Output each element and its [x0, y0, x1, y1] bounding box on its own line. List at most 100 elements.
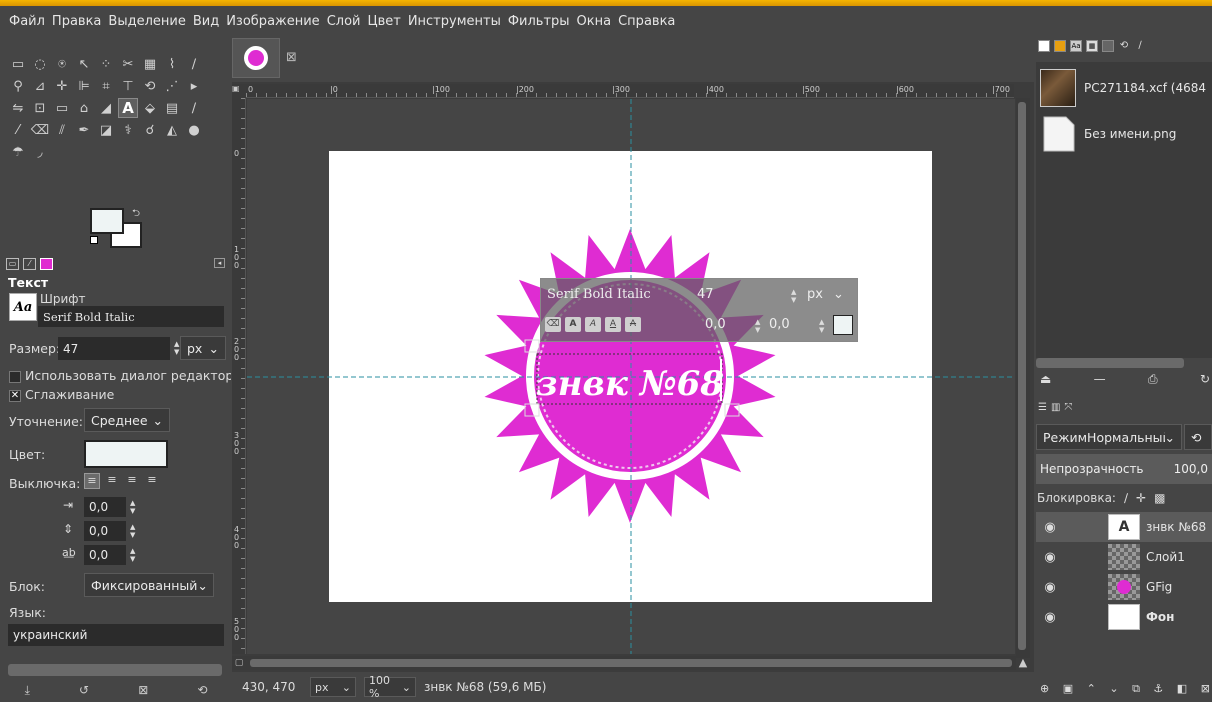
horizontal-scrollbar[interactable]: [246, 656, 1016, 670]
navigate-icon[interactable]: ▲: [1016, 656, 1030, 670]
paintbrush-tab-icon[interactable]: ∕: [1134, 40, 1146, 52]
heal-icon[interactable]: ⚕: [118, 120, 138, 140]
dodge-burn-icon[interactable]: ◭: [162, 120, 182, 140]
menu-colors[interactable]: Цвет: [367, 14, 400, 29]
size-spin-icon[interactable]: ▲ ▼: [174, 340, 179, 356]
image-tab[interactable]: [232, 38, 280, 78]
delete-options-icon[interactable]: ⊠: [138, 683, 148, 697]
antialias-checkbox[interactable]: ✕: [9, 389, 21, 402]
menu-tools[interactable]: Инструменты: [408, 14, 501, 29]
antialias-option[interactable]: ✕ Сглаживание: [9, 387, 114, 402]
raise-layer-icon[interactable]: ⌃: [1087, 682, 1096, 696]
mode-reset-button[interactable]: ⟲: [1184, 424, 1212, 450]
justify-left-icon[interactable]: ≡: [84, 473, 100, 489]
menu-windows[interactable]: Окна: [577, 14, 612, 29]
unit-select[interactable]: px ⌄: [310, 677, 356, 697]
font-field[interactable]: Serif Bold Italic: [38, 306, 224, 327]
handle-transform-icon[interactable]: ⌂: [74, 98, 94, 118]
strikethrough-icon[interactable]: A: [625, 317, 641, 332]
lock-alpha-icon[interactable]: ▩: [1154, 491, 1165, 505]
justify-center-icon[interactable]: ≡: [124, 473, 140, 489]
layer-row[interactable]: ◉ A знвк №68: [1036, 512, 1212, 542]
foreground-color[interactable]: [90, 208, 124, 234]
close-tab-icon[interactable]: ⊠: [286, 50, 297, 65]
save-options-icon[interactable]: ⤓: [25, 683, 30, 698]
move-icon[interactable]: ✛: [52, 76, 72, 96]
channels-tab-icon[interactable]: ▥: [1051, 402, 1060, 413]
canvas-viewport[interactable]: знвк №68: [247, 99, 1015, 654]
overlay-kerning-field[interactable]: 0,0: [769, 317, 790, 332]
foreground-select-icon[interactable]: ▦: [140, 54, 160, 74]
perspective-icon[interactable]: ▸: [184, 76, 204, 96]
overlay-kerning-spin-icon[interactable]: ▲ ▼: [819, 318, 824, 334]
blur-icon[interactable]: ●: [184, 120, 204, 140]
list-item[interactable]: Без имени.png: [1040, 112, 1212, 156]
fuzzy-select-icon[interactable]: ↖: [74, 54, 94, 74]
measure-icon[interactable]: ⊿: [30, 76, 50, 96]
paths-icon[interactable]: ⌇: [162, 54, 182, 74]
size-input[interactable]: 47: [58, 337, 170, 360]
menu-help[interactable]: Справка: [618, 14, 675, 29]
overlay-font-field[interactable]: Serif Bold Italic: [547, 287, 651, 302]
rotate-icon[interactable]: ⟲: [140, 76, 160, 96]
swap-colors-icon[interactable]: ⮌: [132, 206, 140, 223]
zoom-select[interactable]: 100 % ⌄: [364, 674, 416, 700]
indent-input[interactable]: 0,0: [84, 497, 126, 517]
print-icon[interactable]: ⎙: [1148, 372, 1158, 387]
lock-pixels-icon[interactable]: ∕: [1124, 491, 1128, 505]
justify-fill-icon[interactable]: ≡: [144, 473, 160, 489]
gradient-icon[interactable]: ⬙: [140, 98, 160, 118]
color-select-icon[interactable]: ⁘: [96, 54, 116, 74]
fonts-tab-icon[interactable]: Aa: [1070, 40, 1082, 52]
language-input[interactable]: украинский: [8, 624, 224, 646]
duplicate-layer-icon[interactable]: ⧉: [1132, 682, 1140, 696]
line-spacing-input[interactable]: 0,0: [84, 521, 126, 541]
raise-view-icon[interactable]: ⏏: [1040, 372, 1051, 387]
menu-layer[interactable]: Слой: [327, 14, 361, 29]
italic-icon[interactable]: A: [585, 317, 601, 332]
ink-icon[interactable]: ✒: [74, 120, 94, 140]
smudge-icon[interactable]: ☌: [140, 120, 160, 140]
undo-history-tab-icon[interactable]: ⟲: [1118, 40, 1130, 52]
box-select[interactable]: Фиксированный ⌄: [84, 573, 214, 597]
airbrush-icon[interactable]: ⫽: [52, 120, 72, 140]
templates-tab-icon[interactable]: ▦: [1086, 40, 1098, 52]
text-tool-icon[interactable]: A: [118, 98, 138, 118]
opacity-slider[interactable]: Непрозрачность 100,0: [1036, 454, 1212, 484]
clear-style-icon[interactable]: ⌫: [545, 317, 561, 332]
reset-options-icon[interactable]: ⟲: [197, 683, 207, 697]
lower-layer-icon[interactable]: ⌄: [1109, 682, 1118, 696]
free-select-icon[interactable]: ⍟: [52, 54, 72, 74]
delete-layer-icon[interactable]: ⊠: [1201, 682, 1210, 696]
lock-position-icon[interactable]: ✛: [1136, 491, 1146, 505]
device-status-tab-icon[interactable]: ⁄: [23, 258, 36, 270]
unified-transform-icon[interactable]: ⊤: [118, 76, 138, 96]
mask-icon[interactable]: ◧: [1177, 682, 1187, 696]
overlay-size-spin-icon[interactable]: ▲ ▼: [791, 288, 796, 304]
minus-icon[interactable]: —: [1094, 372, 1106, 387]
warp-icon[interactable]: ▭: [52, 98, 72, 118]
align-icon[interactable]: ⊫: [74, 76, 94, 96]
scissors-icon[interactable]: ✂: [118, 54, 138, 74]
new-layer-icon[interactable]: ⊕: [1040, 682, 1049, 696]
rect-select-icon[interactable]: ▭: [8, 54, 28, 74]
layer-row[interactable]: ◉ GFig: [1036, 572, 1212, 602]
menu-image[interactable]: Изображение: [226, 14, 319, 29]
menu-select[interactable]: Выделение: [108, 14, 185, 29]
cage-icon[interactable]: ⊡: [30, 98, 50, 118]
images-tab-icon[interactable]: [1038, 40, 1050, 52]
palettes-tab-icon[interactable]: [1054, 40, 1066, 52]
ruler-corner[interactable]: ▣: [232, 84, 246, 98]
fg-bg-colors[interactable]: ⮌: [90, 208, 146, 250]
hinting-select[interactable]: Среднее ⌄: [84, 408, 170, 432]
use-editor-option[interactable]: Использовать диалог редактора: [9, 368, 231, 383]
overlay-color-button[interactable]: [833, 315, 853, 335]
flip-icon[interactable]: ⇋: [8, 98, 28, 118]
images-tab-icon[interactable]: [40, 258, 53, 270]
layer-row[interactable]: ◉ Фон: [1036, 602, 1212, 632]
menu-edit[interactable]: Правка: [52, 14, 101, 29]
shear-icon[interactable]: ⋰: [162, 76, 182, 96]
clone-icon[interactable]: ◪: [96, 120, 116, 140]
bucket-fill-icon[interactable]: ◢: [96, 98, 116, 118]
eye-icon[interactable]: ◉: [1036, 520, 1064, 535]
